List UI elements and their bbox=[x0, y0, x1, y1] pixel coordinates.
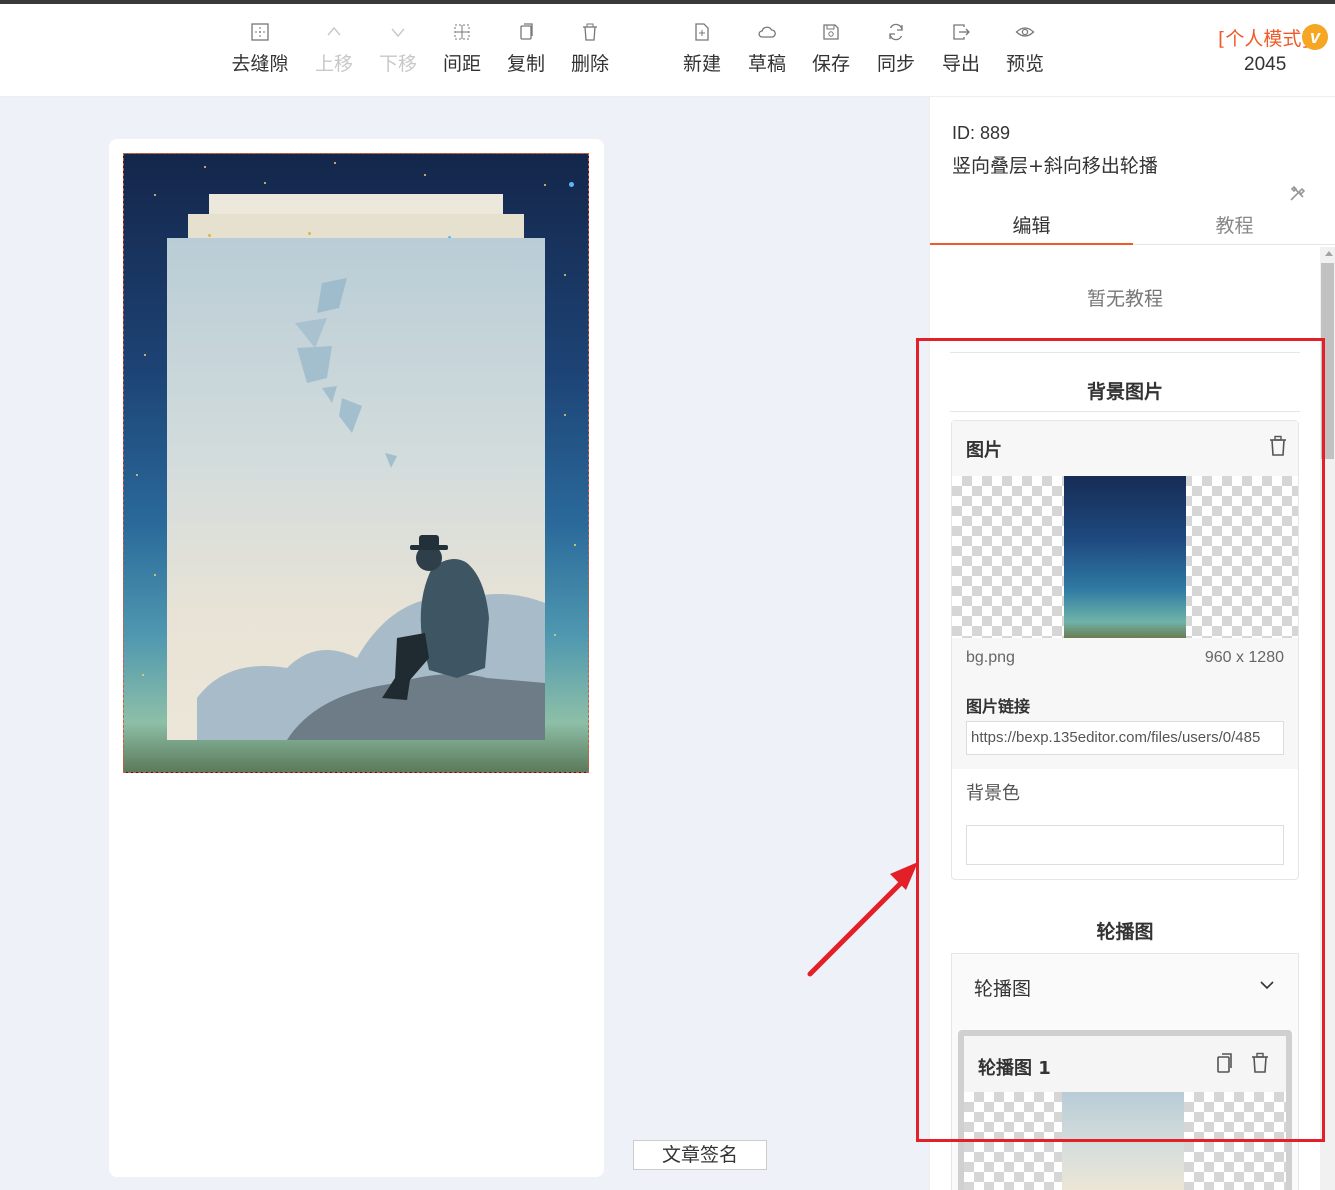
spacing-label: 间距 bbox=[442, 53, 481, 75]
move-down-button[interactable]: 下移 bbox=[366, 22, 430, 76]
chevron-down-icon bbox=[388, 22, 408, 42]
new-label: 新建 bbox=[682, 53, 721, 75]
copy-icon bbox=[516, 22, 536, 42]
template-id: ID: 889 bbox=[952, 123, 1011, 143]
article-preview bbox=[109, 139, 604, 1177]
move-down-label: 下移 bbox=[378, 53, 417, 75]
export-button[interactable]: 导出 bbox=[929, 22, 993, 76]
active-tab-indicator bbox=[930, 243, 1133, 245]
move-up-button[interactable]: 上移 bbox=[302, 22, 366, 76]
article-signature-button[interactable]: 文章签名 bbox=[633, 1140, 767, 1170]
draft-label: 草稿 bbox=[747, 53, 786, 75]
editor-canvas: 文章签名 bbox=[0, 97, 929, 1190]
save-label: 保存 bbox=[811, 53, 850, 75]
panel-tabs: 编辑 教程 bbox=[930, 201, 1335, 245]
delete-label: 删除 bbox=[570, 53, 609, 75]
save-icon bbox=[821, 22, 841, 42]
trash-icon bbox=[580, 22, 600, 42]
export-label: 导出 bbox=[941, 53, 980, 75]
remove-gap-label: 去缝隙 bbox=[231, 53, 289, 75]
new-button[interactable]: 新建 bbox=[670, 22, 734, 76]
stacked-card-front bbox=[167, 238, 545, 740]
carousel-artwork[interactable] bbox=[123, 153, 589, 773]
new-file-icon bbox=[692, 22, 712, 42]
preview-label: 预览 bbox=[1005, 53, 1044, 75]
draft-button[interactable]: 草稿 bbox=[735, 22, 799, 76]
tab-tutorial[interactable]: 教程 bbox=[1133, 211, 1335, 238]
cloud-icon bbox=[757, 22, 777, 42]
scroll-up-arrow-icon[interactable] bbox=[1325, 251, 1333, 256]
save-button[interactable]: 保存 bbox=[799, 22, 863, 76]
no-tutorial-text: 暂无教程 bbox=[1086, 288, 1163, 310]
vip-badge-icon: v bbox=[1302, 24, 1328, 50]
remove-gap-button[interactable]: 去缝隙 bbox=[228, 22, 292, 76]
sync-button[interactable]: 同步 bbox=[864, 22, 928, 76]
annotation-arrow-icon bbox=[807, 862, 918, 977]
preview-button[interactable]: 预览 bbox=[993, 22, 1057, 76]
sync-label: 同步 bbox=[876, 53, 915, 75]
lonely-man-illustration bbox=[197, 278, 545, 740]
copy-label: 复制 bbox=[506, 53, 545, 75]
move-up-label: 上移 bbox=[314, 53, 353, 75]
editor-toolbar: 去缝隙 上移 下移 间距 复制 删除 新建 草稿 保存 同步 导出 预览 [个人… bbox=[0, 4, 1335, 97]
copy-button[interactable]: 复制 bbox=[494, 22, 558, 76]
eye-icon bbox=[1015, 22, 1035, 42]
spacing-icon bbox=[452, 22, 472, 42]
sync-icon bbox=[886, 22, 906, 42]
user-count: 2045 bbox=[1244, 54, 1287, 75]
annotation-highlight-box bbox=[916, 338, 1325, 1142]
delete-button[interactable]: 删除 bbox=[558, 22, 622, 76]
chevron-up-icon bbox=[324, 22, 344, 42]
personal-mode-link[interactable]: [个人模式] bbox=[1218, 24, 1309, 51]
spacing-button[interactable]: 间距 bbox=[430, 22, 494, 76]
export-icon bbox=[951, 22, 971, 42]
template-title: 竖向叠层+斜向移出轮播 bbox=[952, 155, 1158, 177]
tab-edit[interactable]: 编辑 bbox=[930, 211, 1133, 238]
gap-icon bbox=[250, 22, 270, 42]
